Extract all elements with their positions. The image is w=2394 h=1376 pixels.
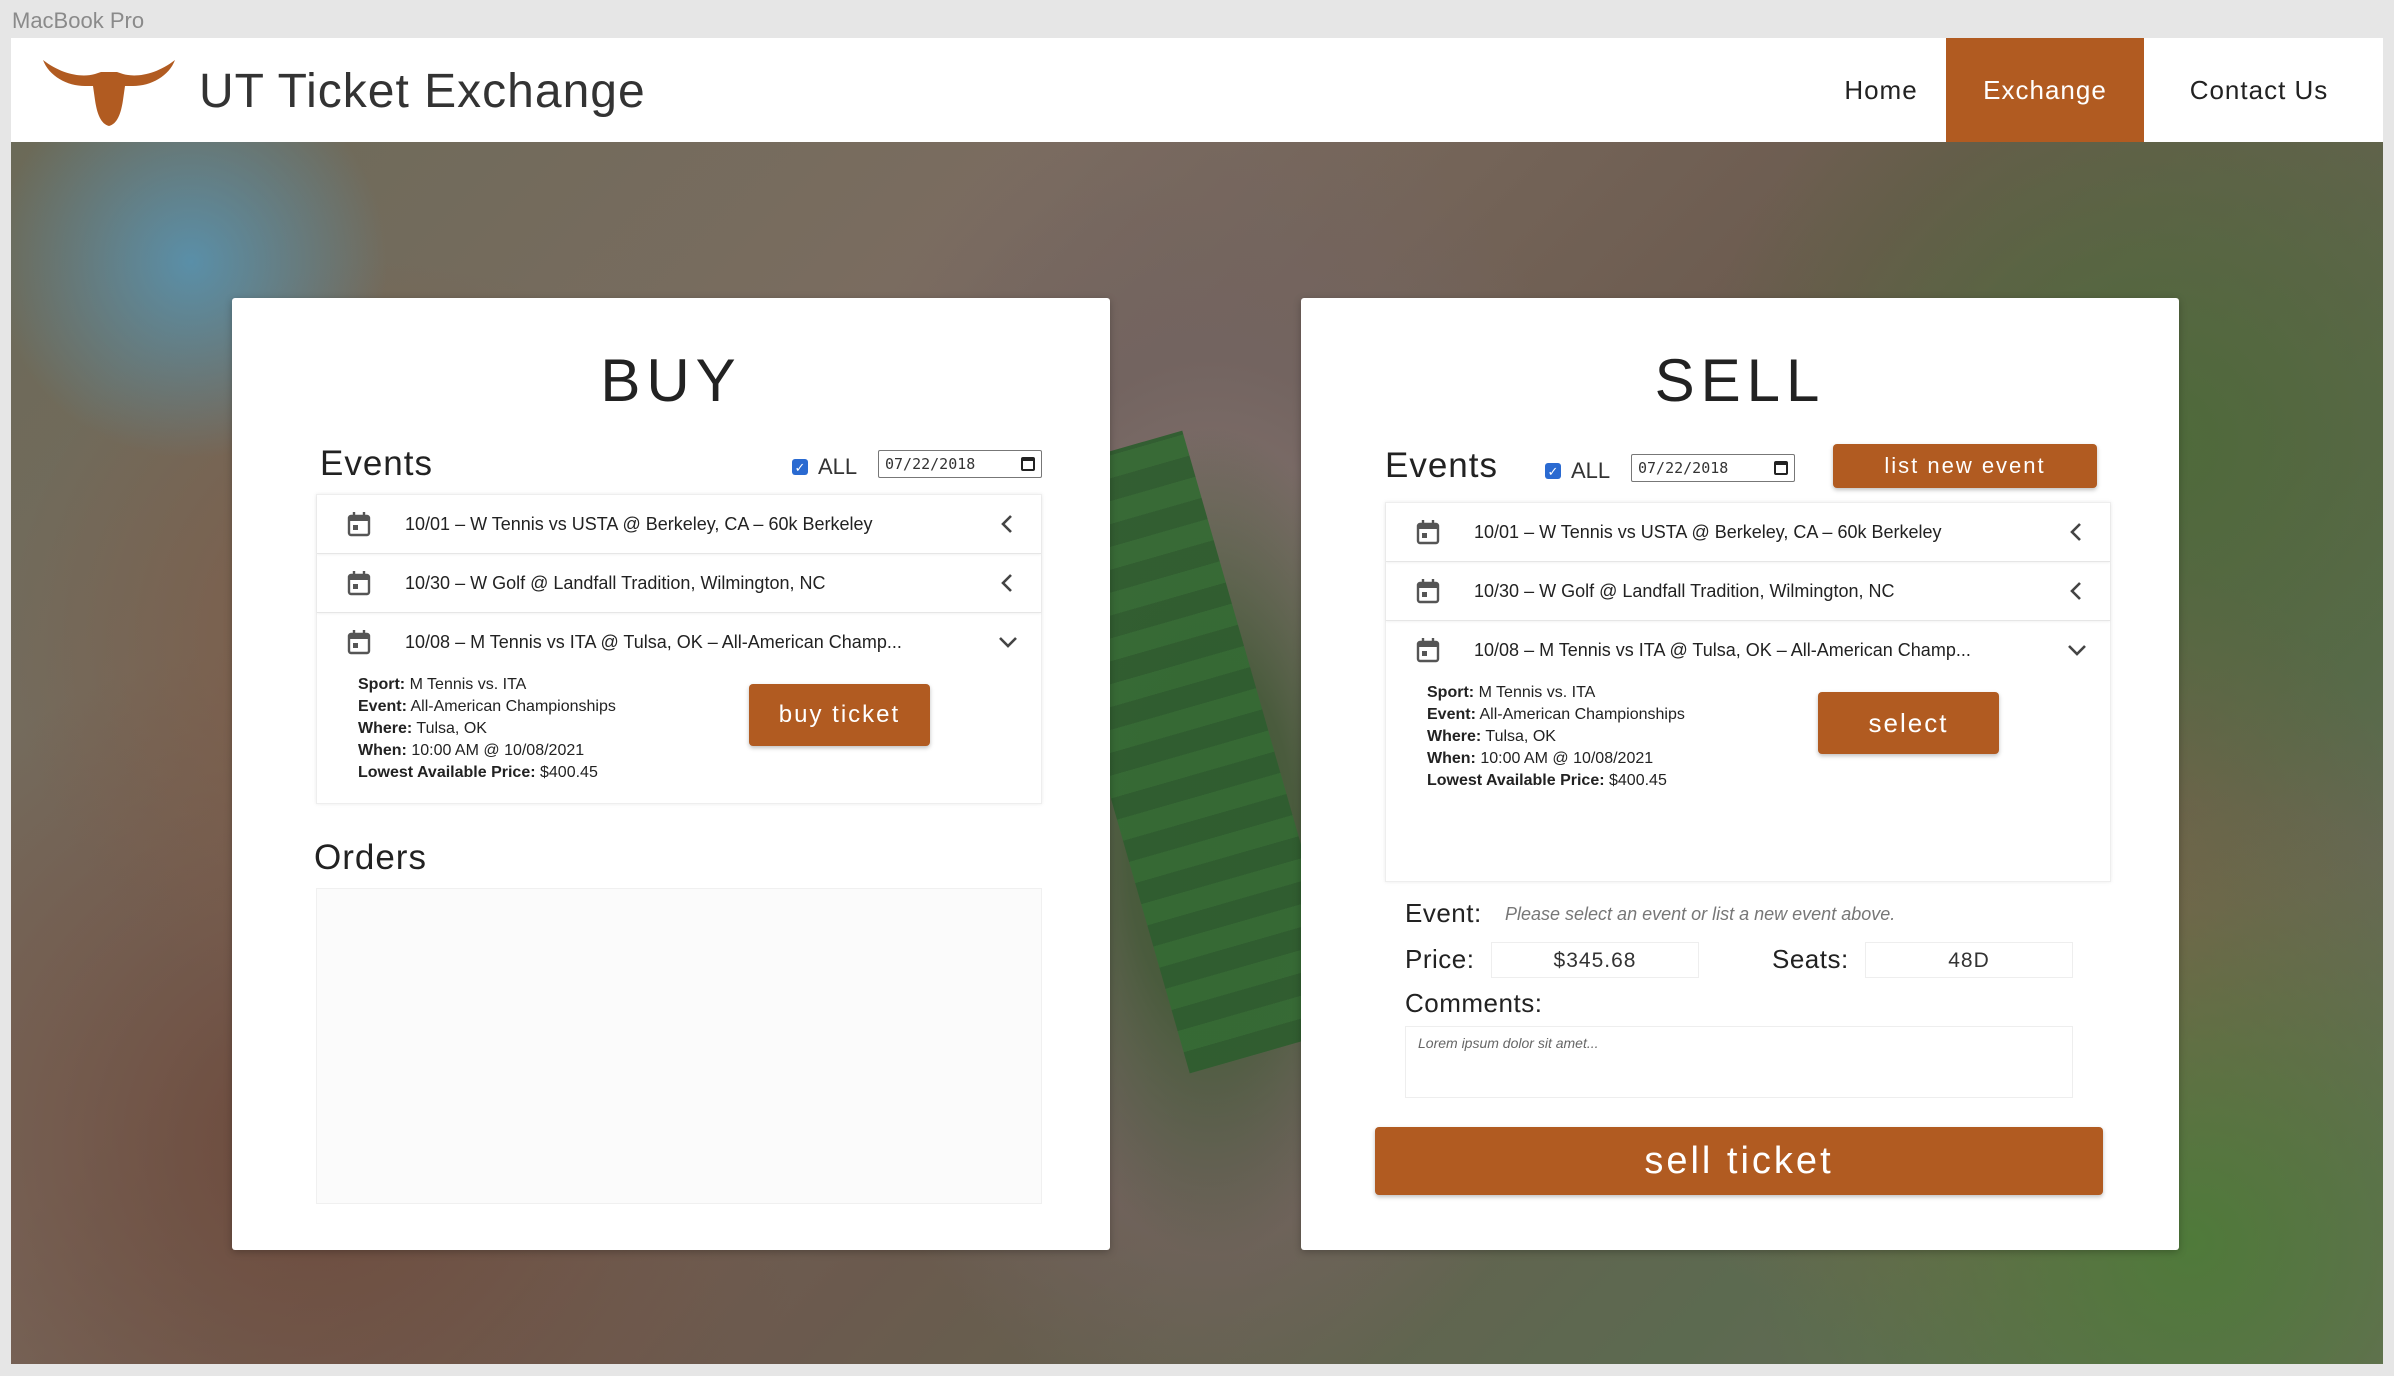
- nav-link-exchange[interactable]: Exchange: [1946, 38, 2144, 142]
- orders-heading: Orders: [314, 838, 427, 877]
- calendar-icon: [1416, 520, 1440, 545]
- sell-panel: SELL Events ✓ ALL 07/22/2018 list new ev…: [1301, 298, 2179, 1250]
- device-label: MacBook Pro: [12, 8, 145, 33]
- seats-input[interactable]: 48D: [1865, 942, 2073, 978]
- sell-title: SELL: [1654, 347, 1826, 414]
- sell-all-label: ALL: [1571, 458, 1611, 483]
- sell-ticket-button[interactable]: sell ticket: [1375, 1127, 2103, 1195]
- event-detail-lines: Sport: M Tennis vs. ITA Event: All-Ameri…: [358, 676, 616, 781]
- buy-event-row[interactable]: 10/30 – W Golf @ Landfall Tradition, Wil…: [317, 554, 1041, 613]
- event-label: 10/01 – W Tennis vs USTA @ Berkeley, CA …: [405, 513, 873, 534]
- chevron-down-icon[interactable]: [995, 629, 1021, 655]
- buy-event-detail: Sport: M Tennis vs. ITA Event: All-Ameri…: [317, 672, 1041, 862]
- nav-link-home[interactable]: Home: [1811, 38, 1951, 142]
- event-label: 10/08 – M Tennis vs ITA @ Tulsa, OK – Al…: [1474, 640, 1971, 660]
- calendar-icon: [1416, 638, 1440, 663]
- sell-event-list: 10/01 – W Tennis vs USTA @ Berkeley, CA …: [1385, 502, 2111, 882]
- calendar-icon: [347, 512, 371, 537]
- app-frame: UT Ticket Exchange Home Exchange Contact…: [11, 38, 2383, 1364]
- event-label: 10/08 – M Tennis vs ITA @ Tulsa, OK – Al…: [405, 632, 902, 652]
- event-label: 10/30 – W Golf @ Landfall Tradition, Wil…: [1474, 580, 1895, 601]
- date-picker-icon[interactable]: [1021, 457, 1035, 471]
- chevron-left-icon[interactable]: [995, 511, 1021, 537]
- sell-event-row[interactable]: 10/30 – W Golf @ Landfall Tradition, Wil…: [1386, 562, 2110, 621]
- buy-date-value: 07/22/2018: [885, 455, 976, 473]
- event-label: 10/30 – W Golf @ Landfall Tradition, Wil…: [405, 572, 826, 593]
- stadium-background-image: BUY Events ✓ ALL 07/22/2018 10/01 – W Te…: [11, 142, 2383, 1364]
- price-field-label: Price:: [1405, 944, 1475, 974]
- buy-all-filter[interactable]: ✓ ALL: [792, 454, 857, 480]
- nav-link-contact-us[interactable]: Contact Us: [2144, 38, 2374, 142]
- date-picker-icon[interactable]: [1774, 461, 1788, 475]
- orders-list[interactable]: [316, 888, 1042, 1204]
- calendar-icon: [347, 630, 371, 655]
- event-detail-lines: Sport: M Tennis vs. ITA Event: All-Ameri…: [1427, 684, 1685, 789]
- chevron-left-icon[interactable]: [2064, 519, 2090, 545]
- sell-event-row[interactable]: 10/01 – W Tennis vs USTA @ Berkeley, CA …: [1386, 503, 2110, 562]
- chevron-left-icon[interactable]: [2064, 578, 2090, 604]
- brand-title[interactable]: UT Ticket Exchange: [199, 64, 646, 119]
- event-field-hint: Please select an event or list a new eve…: [1505, 904, 1896, 924]
- buy-ticket-button[interactable]: buy ticket: [749, 684, 930, 746]
- buy-title: BUY: [600, 347, 742, 414]
- longhorn-logo-icon[interactable]: [41, 52, 177, 128]
- chevron-left-icon[interactable]: [995, 570, 1021, 596]
- comments-textarea[interactable]: Lorem ipsum dolor sit amet...: [1405, 1026, 2073, 1098]
- buy-all-checkbox[interactable]: ✓: [792, 459, 808, 475]
- buy-event-row-expanded[interactable]: 10/08 – M Tennis vs ITA @ Tulsa, OK – Al…: [317, 613, 1041, 672]
- calendar-icon: [347, 571, 371, 596]
- buy-date-input[interactable]: 07/22/2018: [878, 450, 1042, 478]
- sell-events-heading: Events: [1385, 446, 1498, 485]
- select-event-button[interactable]: select: [1818, 692, 1999, 754]
- sell-all-filter[interactable]: ✓ ALL: [1545, 458, 1610, 484]
- top-nav: UT Ticket Exchange Home Exchange Contact…: [11, 38, 2383, 142]
- comments-field-label: Comments:: [1405, 988, 1543, 1018]
- buy-event-row[interactable]: 10/01 – W Tennis vs USTA @ Berkeley, CA …: [317, 495, 1041, 554]
- list-new-event-button[interactable]: list new event: [1833, 444, 2097, 488]
- price-input[interactable]: $345.68: [1491, 942, 1699, 978]
- buy-all-label: ALL: [818, 454, 858, 479]
- chevron-down-icon[interactable]: [2064, 637, 2090, 663]
- calendar-icon: [1416, 579, 1440, 604]
- event-field-label: Event:: [1405, 898, 1482, 928]
- event-label: 10/01 – W Tennis vs USTA @ Berkeley, CA …: [1474, 521, 1942, 542]
- seats-field-label: Seats:: [1772, 944, 1849, 974]
- buy-event-list: 10/01 – W Tennis vs USTA @ Berkeley, CA …: [316, 494, 1042, 804]
- sell-event-detail: Sport: M Tennis vs. ITA Event: All-Ameri…: [1386, 680, 2110, 870]
- buy-panel: BUY Events ✓ ALL 07/22/2018 10/01 – W Te…: [232, 298, 1110, 1250]
- sell-event-row-expanded[interactable]: 10/08 – M Tennis vs ITA @ Tulsa, OK – Al…: [1386, 621, 2110, 680]
- sell-date-input[interactable]: 07/22/2018: [1631, 454, 1795, 482]
- sell-all-checkbox[interactable]: ✓: [1545, 463, 1561, 479]
- sell-date-value: 07/22/2018: [1638, 459, 1729, 477]
- buy-events-heading: Events: [320, 444, 433, 483]
